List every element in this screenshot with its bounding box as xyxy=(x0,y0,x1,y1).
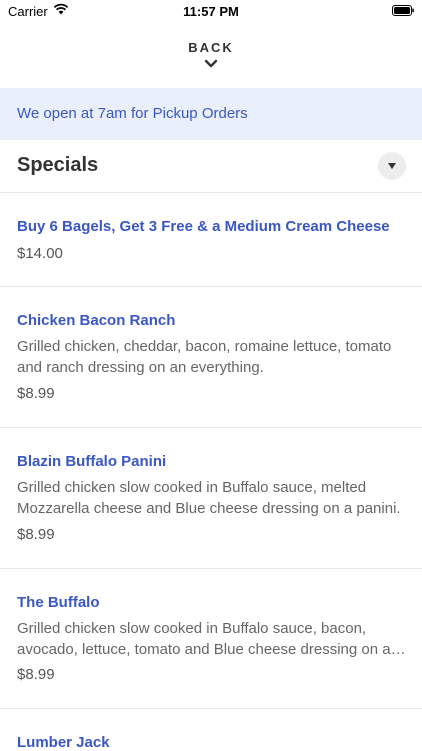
item-name: Chicken Bacon Ranch xyxy=(17,312,176,329)
item-description-line: Mozzarella cheese and Blue cheese dressi… xyxy=(17,500,401,517)
banner-text: We open at 7am for Pickup Orders xyxy=(17,105,248,122)
item-description: Grilled chicken slow cooked in Buffalo s… xyxy=(17,477,405,519)
caret-down-icon xyxy=(388,163,396,169)
section-title: Specials xyxy=(17,154,99,176)
battery-icon xyxy=(392,5,414,16)
item-description-line: avocado, lettuce, tomato and Blue cheese… xyxy=(17,641,405,658)
menu-item[interactable]: The Buffalo Grilled chicken slow cooked … xyxy=(0,569,422,709)
section-dropdown-button[interactable] xyxy=(378,152,406,180)
item-description-line: and ranch dressing on an everything. xyxy=(17,359,264,376)
item-name: The Buffalo xyxy=(17,594,100,611)
back-button[interactable]: BACK xyxy=(0,30,422,86)
menu-item[interactable]: Chicken Bacon Ranch Grilled chicken, che… xyxy=(0,287,422,428)
item-description-line: Grilled chicken, cheddar, bacon, romaine… xyxy=(17,338,392,355)
back-label: BACK xyxy=(188,40,234,55)
item-price: $8.99 xyxy=(17,666,55,683)
menu-item[interactable]: Buy 6 Bagels, Get 3 Free & a Medium Crea… xyxy=(0,193,422,287)
item-price: $8.99 xyxy=(17,526,55,543)
menu-item[interactable]: Lumber Jack xyxy=(0,709,422,751)
section-header: Specials xyxy=(0,140,422,193)
info-banner: We open at 7am for Pickup Orders xyxy=(0,88,422,140)
clock: 11:57 PM xyxy=(183,4,239,19)
item-description: Grilled chicken, cheddar, bacon, romaine… xyxy=(17,336,405,378)
item-price: $8.99 xyxy=(17,385,55,402)
item-name: Lumber Jack xyxy=(17,734,110,751)
item-description: Grilled chicken slow cooked in Buffalo s… xyxy=(17,618,405,660)
chevron-down-icon xyxy=(204,59,218,68)
item-name: Buy 6 Bagels, Get 3 Free & a Medium Crea… xyxy=(17,218,390,235)
item-description-line: Grilled chicken slow cooked in Buffalo s… xyxy=(17,479,367,496)
status-bar: Carrier 11:57 PM xyxy=(0,0,422,22)
item-price: $14.00 xyxy=(17,245,63,262)
menu-item[interactable]: Blazin Buffalo Panini Grilled chicken sl… xyxy=(0,428,422,569)
item-description-line: Grilled chicken slow cooked in Buffalo s… xyxy=(17,620,367,637)
item-name: Blazin Buffalo Panini xyxy=(17,453,167,470)
